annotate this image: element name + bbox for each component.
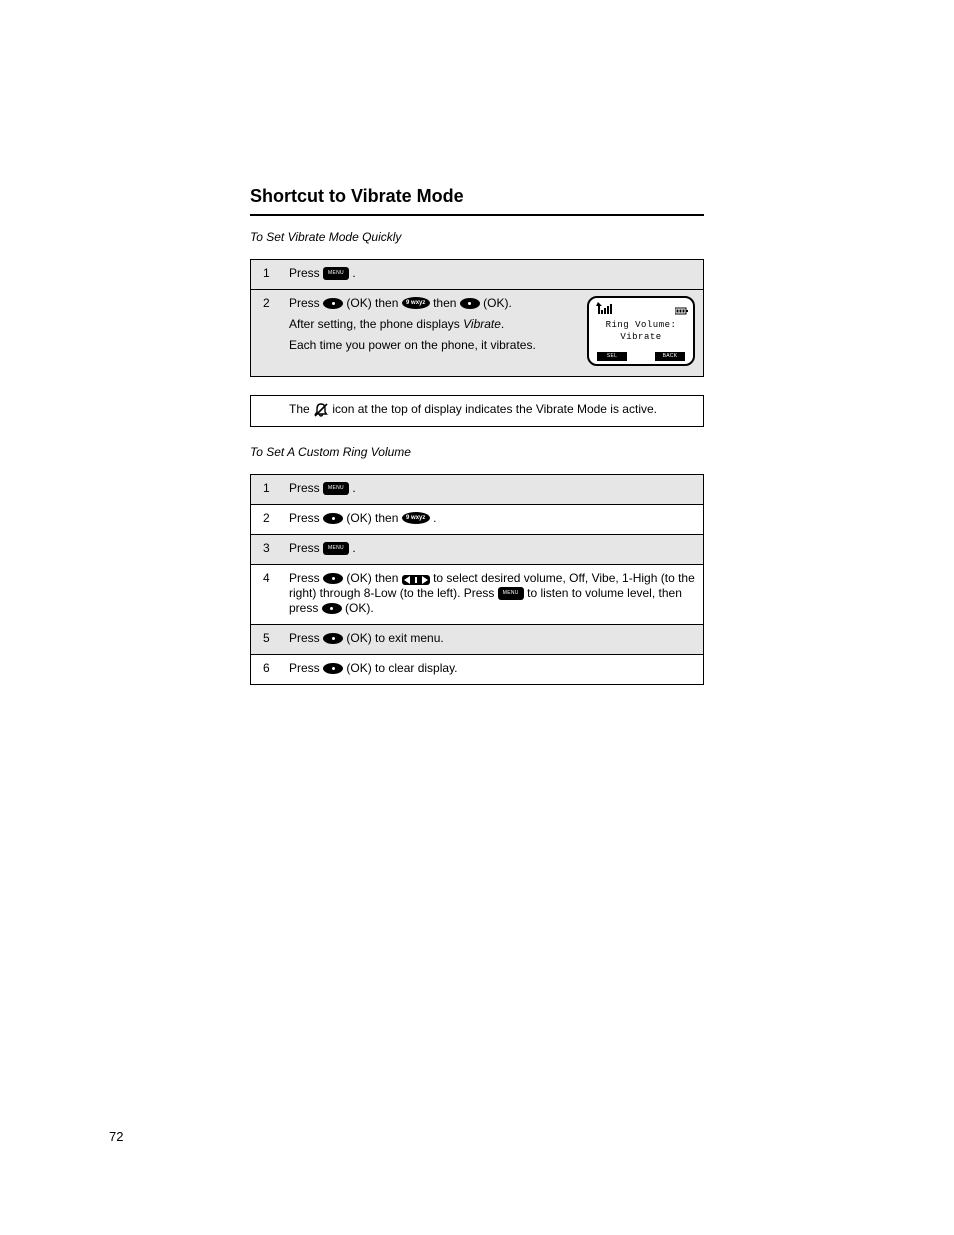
quick-steps-box: 1 Press . 2 Press (OK) then then (OK). A… [250,259,704,377]
step-number: 1 [263,266,279,281]
step-text: Press . [289,541,695,556]
lcd-mock: Ring Volume: Vibrate [587,296,695,366]
step-text: Press (OK) then . [289,511,695,526]
custom-steps-box: 1 Press . 2 Press (OK) then . 3 Press [250,474,704,685]
subheading-custom: To Set A Custom Ring Volume [250,445,704,460]
table-row: 5 Press (OK) to exit menu. [251,624,703,654]
step-text: Press (OK) to clear display. [289,661,695,676]
menu-key-icon [498,587,524,600]
battery-icon [675,304,689,319]
ok-dot-key-icon [323,513,343,524]
lcd-line2: Vibrate [589,332,693,343]
step-number: 2 [263,511,279,526]
table-row: 1 Press . [251,260,703,289]
ok-dot-key-icon [323,633,343,644]
lcd-softkey-left [597,352,627,361]
step-number: 3 [263,541,279,556]
bell-off-icon [313,402,332,416]
lcd-softkey-right [655,352,685,361]
ok-dot-key-icon [323,663,343,674]
menu-key-icon [323,542,349,555]
ok-dot-key-icon [323,573,343,584]
table-row: 6 Press (OK) to clear display. [251,654,703,684]
menu-key-icon [323,482,349,495]
section-title: Shortcut to Vibrate Mode [250,185,704,214]
table-row: 4 Press (OK) then to select desired volu… [251,564,703,624]
note-row: The icon at the top of display indicates… [251,396,703,426]
step-number: 6 [263,661,279,676]
note-box: The icon at the top of display indicates… [250,395,704,427]
step-text: Press . [289,266,695,281]
subheading-quick: To Set Vibrate Mode Quickly [250,230,704,245]
step-number: 2 [263,296,279,311]
nine-key-icon [402,512,430,524]
scroll-key-icon [402,575,430,585]
step-number: 4 [263,571,279,586]
step-number: 1 [263,481,279,496]
note-text: The icon at the top of display indicates… [289,402,695,418]
step-text: Press . [289,481,695,496]
step-number: 5 [263,631,279,646]
ok-dot-key-icon [322,603,342,614]
table-row: 1 Press . [251,475,703,504]
step-text: Press (OK) to exit menu. [289,631,695,646]
signal-icon [595,302,617,318]
menu-key-icon [323,267,349,280]
page-number: 72 [109,1129,123,1145]
step-text: Press (OK) then to select desired volume… [289,571,695,616]
table-row: 2 Press (OK) then . [251,504,703,534]
ok-dot-key-icon [460,298,480,309]
ok-dot-key-icon [323,298,343,309]
lcd-line1: Ring Volume: [589,320,693,331]
nine-key-icon [402,297,430,309]
table-row: 3 Press . [251,534,703,564]
title-underline [250,214,704,216]
step-text: Press (OK) then then (OK). After setting… [289,296,575,353]
table-row: 2 Press (OK) then then (OK). After setti… [251,289,703,376]
